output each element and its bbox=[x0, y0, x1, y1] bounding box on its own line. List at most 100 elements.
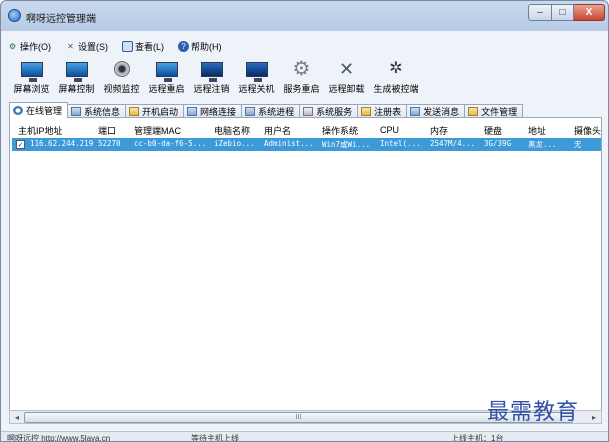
cell-memory: 2547M/4... bbox=[430, 139, 476, 148]
services-icon bbox=[303, 107, 314, 116]
table-header: 主机IP地址 端口 管理端MAC 电脑名称 用户名 操作系统 CPU 内存 硬盘… bbox=[10, 122, 601, 138]
tab-services[interactable]: 系统服务 bbox=[299, 104, 359, 118]
online-icon bbox=[13, 106, 23, 115]
video-monitor-button[interactable]: 视频监控 bbox=[99, 57, 144, 95]
cell-camera: 无 bbox=[574, 140, 582, 149]
menu-settings[interactable]: ✕ 设置(S) bbox=[61, 38, 112, 54]
status-app-link: 啊呀远控 http://www.5lava.cn bbox=[7, 434, 111, 442]
tab-startup[interactable]: 开机启动 bbox=[125, 104, 185, 118]
cell-ip: 116.62.244.219 bbox=[30, 139, 94, 148]
service-gear-icon: ⚙ bbox=[292, 58, 311, 80]
cell-location: 黑龙... bbox=[528, 140, 557, 149]
tool-label: 远程关机 bbox=[238, 84, 275, 94]
cell-disk: 3G/39G bbox=[484, 139, 512, 148]
status-bar: 啊呀远控 http://www.5lava.cn 等待主机上线 上线主机：1台 bbox=[1, 431, 608, 442]
menu-operate[interactable]: ⚙ 操作(O) bbox=[3, 38, 55, 54]
tab-system-info[interactable]: 系统信息 bbox=[67, 104, 127, 118]
cell-os: Win7或Wi... bbox=[322, 140, 371, 149]
tab-online-management[interactable]: 在线管理 bbox=[9, 102, 69, 118]
scroll-left-icon[interactable]: ◂ bbox=[11, 412, 23, 423]
message-icon bbox=[410, 107, 421, 116]
process-icon bbox=[245, 107, 256, 116]
cell-username: Administ... bbox=[264, 139, 314, 148]
column-header[interactable]: 硬盘 bbox=[484, 124, 502, 137]
grip-icon: III bbox=[295, 414, 302, 421]
menu-help[interactable]: ? 帮助(H) bbox=[174, 38, 226, 54]
tools-icon: ✕ bbox=[67, 41, 74, 51]
menu-view-label: 查看(L) bbox=[135, 41, 164, 52]
network-icon bbox=[187, 107, 198, 116]
remote-shutdown-button[interactable]: 远程关机 bbox=[234, 57, 279, 95]
title-bar: 啊呀远控管理端 – □ X bbox=[1, 1, 608, 31]
screen-control-button[interactable]: 屏幕控制 bbox=[54, 57, 99, 95]
maximize-button[interactable]: □ bbox=[552, 4, 574, 21]
screen-browse-button[interactable]: 屏幕浏览 bbox=[9, 57, 54, 95]
host-list-panel: 主机IP地址 端口 管理端MAC 电脑名称 用户名 操作系统 CPU 内存 硬盘… bbox=[9, 117, 602, 424]
tool-label: 屏幕浏览 bbox=[13, 84, 50, 94]
help-icon: ? bbox=[178, 40, 189, 52]
menu-help-label: 帮助(H) bbox=[191, 41, 222, 52]
tab-file-manager[interactable]: 文件管理 bbox=[464, 104, 524, 118]
menu-operate-label: 操作(O) bbox=[20, 41, 51, 52]
remote-restart-button[interactable]: 远程重启 bbox=[144, 57, 189, 95]
column-header[interactable]: 管理端MAC bbox=[134, 124, 181, 137]
tool-label: 生成被控端 bbox=[373, 84, 419, 94]
cell-cpu: Intel(... bbox=[380, 139, 421, 148]
column-header[interactable]: 主机IP地址 bbox=[18, 124, 63, 137]
logoff-icon bbox=[200, 61, 223, 82]
gear-icon: ⚙ bbox=[8, 41, 17, 51]
uninstall-tools-icon: ✕ bbox=[338, 59, 355, 79]
column-header[interactable]: CPU bbox=[380, 125, 399, 135]
menu-view[interactable]: 查看(L) bbox=[118, 38, 168, 54]
window-title: 啊呀远控管理端 bbox=[26, 14, 96, 25]
restart-icon bbox=[155, 61, 178, 82]
tab-network[interactable]: 网络连接 bbox=[183, 104, 243, 118]
cell-port: 52270 bbox=[98, 139, 121, 148]
build-client-icon: ✲ bbox=[389, 60, 403, 77]
system-info-icon bbox=[71, 107, 82, 116]
remote-logoff-button[interactable]: 远程注销 bbox=[189, 57, 234, 95]
column-header[interactable]: 操作系统 bbox=[322, 124, 358, 137]
column-header[interactable]: 用户名 bbox=[264, 124, 291, 137]
view-icon bbox=[122, 40, 133, 52]
tab-label: 在线管理 bbox=[26, 106, 63, 116]
folder-icon bbox=[129, 107, 140, 116]
menu-bar: ⚙ 操作(O) ✕ 设置(S) 查看(L) ? 帮助(H) bbox=[3, 37, 232, 55]
tool-label: 远程卸载 bbox=[328, 84, 365, 94]
service-restart-button[interactable]: ⚙ 服务重启 bbox=[279, 57, 324, 95]
scroll-right-icon[interactable]: ▸ bbox=[588, 412, 600, 423]
column-header[interactable]: 地址 bbox=[528, 124, 546, 137]
cell-computer-name: iZebio... bbox=[214, 139, 255, 148]
tool-label: 服务重启 bbox=[283, 84, 320, 94]
menu-settings-label: 设置(S) bbox=[78, 41, 108, 52]
tab-registry[interactable]: 注册表 bbox=[357, 104, 408, 118]
status-online-count: 上线主机：1台 bbox=[451, 434, 504, 442]
row-checkbox[interactable]: ✓ bbox=[16, 140, 25, 149]
column-header[interactable]: 内存 bbox=[430, 124, 448, 137]
column-header[interactable]: 摄像头 bbox=[574, 124, 601, 137]
tool-label: 屏幕控制 bbox=[58, 84, 95, 94]
table-row[interactable]: ✓ 116.62.244.219 52270 cc-b0-da-f6-5... … bbox=[12, 138, 601, 151]
app-logo-icon bbox=[8, 9, 21, 22]
app-window: 啊呀远控管理端 – □ X ⚙ 操作(O) ✕ 设置(S) 查看(L) ? 帮助… bbox=[0, 0, 609, 442]
tab-send-message[interactable]: 发送消息 bbox=[406, 104, 466, 118]
toolbar: 屏幕浏览 屏幕控制 视频监控 远程重启 远程注销 远程关机 ⚙ 服务重启 ✕ 远… bbox=[1, 57, 608, 99]
minimize-button[interactable]: – bbox=[528, 4, 552, 21]
remote-uninstall-button[interactable]: ✕ 远程卸载 bbox=[324, 57, 369, 95]
tool-label: 视频监控 bbox=[103, 84, 140, 94]
column-header[interactable]: 电脑名称 bbox=[214, 124, 250, 137]
tool-label: 远程重启 bbox=[148, 84, 185, 94]
cell-mac: cc-b0-da-f6-5... bbox=[134, 139, 207, 148]
close-button[interactable]: X bbox=[574, 4, 605, 21]
file-manager-icon bbox=[468, 107, 479, 116]
watermark: 最需教育 bbox=[487, 400, 580, 425]
registry-icon bbox=[361, 107, 372, 116]
shutdown-icon bbox=[245, 61, 268, 82]
column-header[interactable]: 端口 bbox=[98, 124, 116, 137]
tool-label: 远程注销 bbox=[193, 84, 230, 94]
build-client-button[interactable]: ✲ 生成被控端 bbox=[369, 57, 423, 95]
status-message: 等待主机上线 bbox=[191, 434, 239, 442]
tab-bar: 在线管理 系统信息 开机启动 网络连接 系统进程 系统服务 注册表 发送消息 文… bbox=[9, 102, 524, 118]
tab-processes[interactable]: 系统进程 bbox=[241, 104, 301, 118]
webcam-icon bbox=[113, 61, 130, 77]
